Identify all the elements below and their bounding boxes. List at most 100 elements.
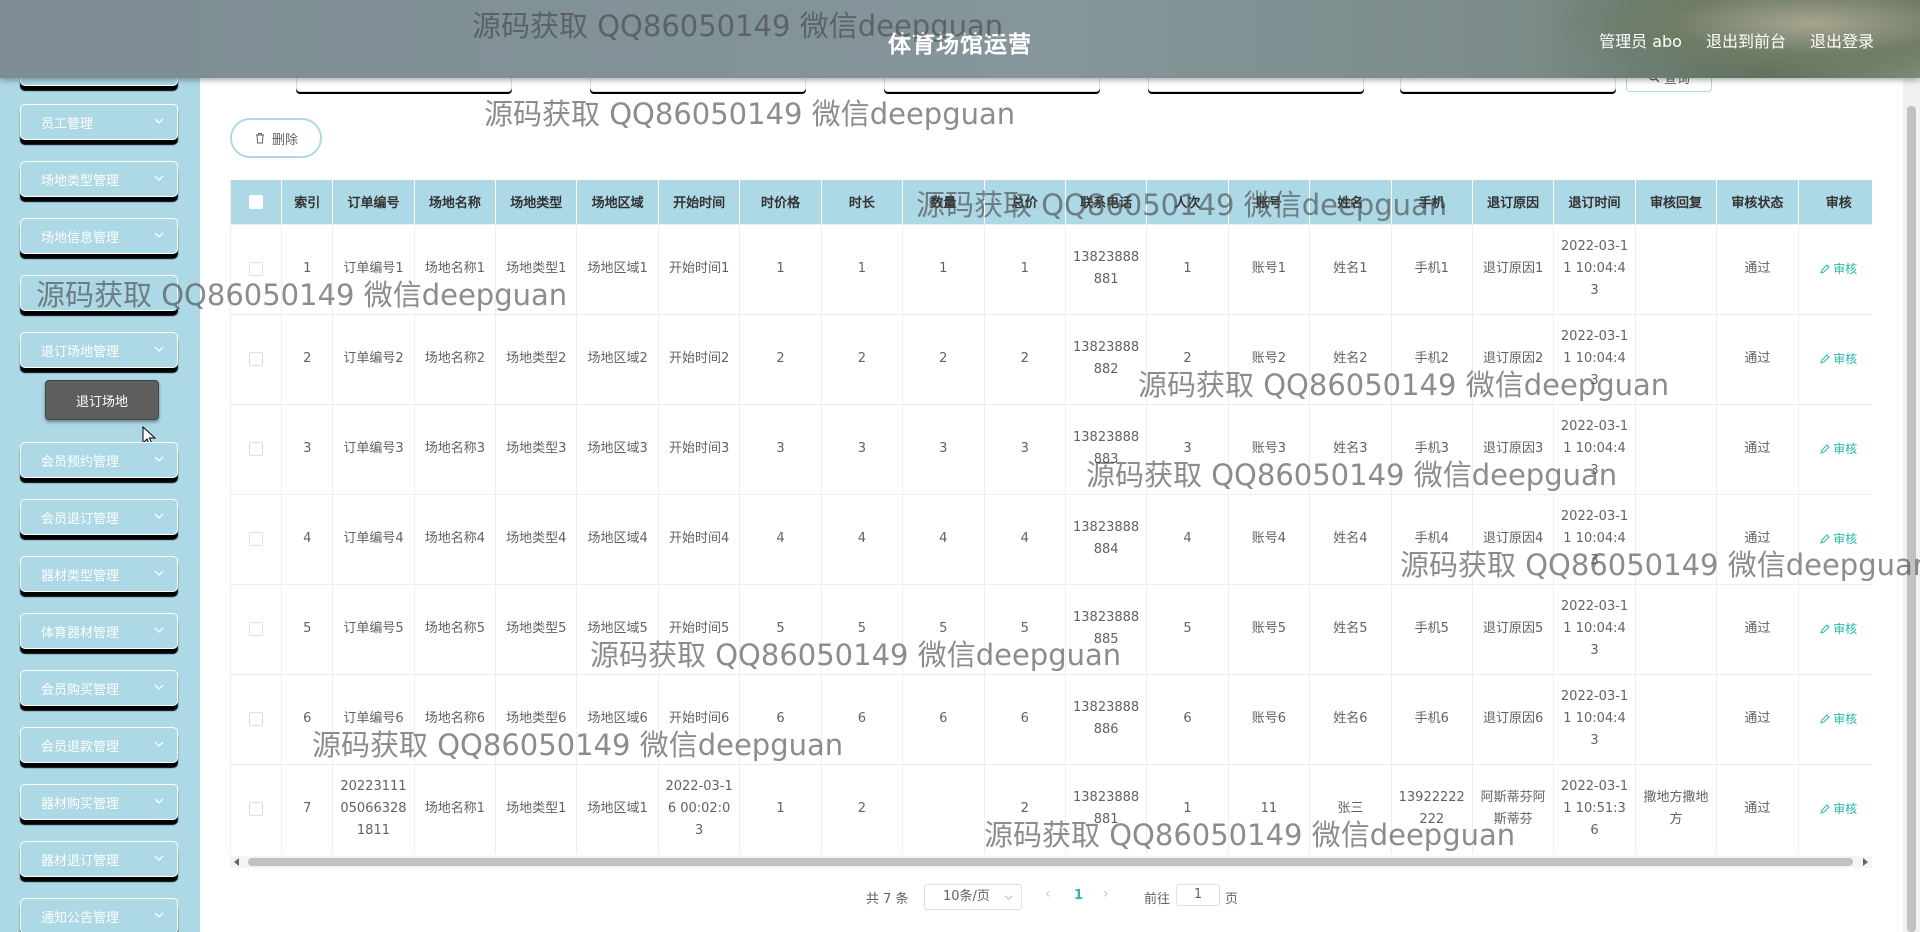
chevron-down-icon <box>153 567 165 579</box>
row-select-cell[interactable] <box>231 764 283 854</box>
scrollbar-thumb[interactable] <box>1907 106 1916 932</box>
vertical-scrollbar[interactable] <box>1903 0 1920 932</box>
sidebar-item-member-purchase[interactable]: 会员购买管理 <box>20 670 178 706</box>
logout-link[interactable]: 退出登录 <box>1810 28 1874 52</box>
table-cell: 撒地方撒地方 <box>1635 764 1718 854</box>
table-cell: 订单编号6 <box>332 674 415 765</box>
table-cell <box>1635 584 1718 675</box>
audit-link[interactable]: 审核 <box>1820 622 1857 636</box>
table-cell: 账号2 <box>1228 314 1311 405</box>
submenu-item-refund-venue[interactable]: 退订场地 <box>45 380 159 420</box>
table-cell: 订单编号3 <box>332 404 415 495</box>
table-cell: 姓名6 <box>1309 674 1392 765</box>
column-header: 审核 <box>1798 180 1872 225</box>
pagination: 共 7 条 10条/页 ‹ 1 › 前往 1 页 <box>0 884 1920 910</box>
select-all-cell[interactable] <box>231 180 283 225</box>
table-cell: 3 <box>984 404 1066 495</box>
audit-link[interactable]: 审核 <box>1820 802 1857 816</box>
sidebar-item-sports-equipment[interactable]: 体育器材管理 <box>20 613 178 649</box>
table-cell: 13823888884 <box>1065 494 1148 585</box>
table-cell: 6 <box>739 674 822 765</box>
table-cell: 姓名5 <box>1309 584 1392 675</box>
row-checkbox[interactable] <box>249 531 264 546</box>
row-select-cell[interactable] <box>231 404 283 495</box>
sidebar-item-staff[interactable]: 员工管理 <box>20 104 178 140</box>
sidebar-item-equipment-refund[interactable]: 器材退订管理 <box>20 841 178 877</box>
table-cell: 3 <box>902 404 985 495</box>
audit-link[interactable]: 审核 <box>1820 352 1857 366</box>
scroll-right-arrow-icon[interactable] <box>1863 858 1868 866</box>
table-cell: 账号4 <box>1228 494 1311 585</box>
table-cell: 2 <box>821 314 904 405</box>
sidebar-item-venue-refund[interactable]: 退订场地管理 <box>20 332 178 368</box>
table-cell: 场地区域1 <box>576 224 659 315</box>
select-all-checkbox[interactable] <box>249 194 264 209</box>
row-select-cell[interactable] <box>231 314 283 405</box>
row-select-cell[interactable] <box>231 674 283 765</box>
delete-button[interactable]: 删除 <box>230 118 322 158</box>
table-cell: 13823888882 <box>1065 314 1148 405</box>
row-checkbox[interactable] <box>249 441 264 456</box>
next-page-button[interactable]: › <box>1103 886 1109 902</box>
row-checkbox[interactable] <box>249 711 264 726</box>
goto-page-input[interactable]: 1 <box>1176 884 1220 906</box>
sidebar-item-venue-info[interactable]: 场地信息管理 <box>20 218 178 254</box>
table-cell: 手机4 <box>1391 494 1473 585</box>
audit-link[interactable]: 审核 <box>1820 262 1857 276</box>
table-cell: 场地名称3 <box>414 404 497 495</box>
table-row[interactable]: 3 订单编号3 场地名称3 场地类型3 场地区域3 开始时间3 3 3 3 3 1382388888… <box>231 404 1872 495</box>
sidebar-item-member-booking[interactable]: 会员预约管理 <box>20 442 178 478</box>
column-header: 时长 <box>821 180 904 225</box>
table-cell: 账号1 <box>1228 224 1311 315</box>
sidebar-item-equipment-type[interactable]: 器材类型管理 <box>20 556 178 592</box>
table-cell: 通过 <box>1716 674 1799 765</box>
audit-link-label: 审核 <box>1833 801 1858 816</box>
audit-link[interactable]: 审核 <box>1820 712 1857 726</box>
column-header: 姓名 <box>1309 180 1392 225</box>
sidebar-item-equipment-purchase[interactable]: 器材购买管理 <box>20 784 178 820</box>
table-row[interactable]: 2 订单编号2 场地名称2 场地类型2 场地区域2 开始时间2 2 2 2 2 1382388888… <box>231 314 1872 405</box>
table-cell: 通过 <box>1716 224 1799 315</box>
chevron-down-icon <box>153 115 165 127</box>
row-checkbox[interactable] <box>249 621 264 636</box>
table-row[interactable]: 1 订单编号1 场地名称1 场地类型1 场地区域1 开始时间1 1 1 1 1 1382388888… <box>231 224 1872 315</box>
table-cell: 通过 <box>1716 494 1799 585</box>
sidebar-item-member-refund[interactable]: 会员退订管理 <box>20 499 178 535</box>
row-select-cell[interactable] <box>231 494 283 585</box>
row-checkbox[interactable] <box>249 261 264 276</box>
audit-link[interactable]: 审核 <box>1820 532 1857 546</box>
table-row[interactable]: 7 20223111050663281811 场地名称1 场地类型1 场地区域1 2022… <box>231 764 1872 854</box>
page-word-label: 页 <box>1225 892 1239 907</box>
table-row[interactable]: 4 订单编号4 场地名称4 场地类型4 场地区域4 开始时间4 4 4 4 4 1382388888… <box>231 494 1872 585</box>
audit-link[interactable]: 审核 <box>1820 442 1857 456</box>
exit-to-front-link[interactable]: 退出到前台 <box>1706 28 1786 52</box>
table-cell: 13823888886 <box>1065 674 1148 765</box>
page-number-current[interactable]: 1 <box>1074 888 1083 903</box>
row-checkbox[interactable] <box>249 351 264 366</box>
prev-page-button[interactable]: ‹ <box>1045 886 1051 902</box>
sidebar-item-member-return[interactable]: 会员退款管理 <box>20 727 178 763</box>
horizontal-scrollbar[interactable] <box>230 856 1872 868</box>
table-cell: 3 <box>739 404 822 495</box>
row-select-cell[interactable] <box>231 224 283 315</box>
chevron-down-icon <box>153 229 165 241</box>
sidebar: 员工管理 场地类型管理 场地信息管理 退订场地管理 退订场地 会员预约管理 会员… <box>0 0 200 932</box>
table-row[interactable]: 5 订单编号5 场地名称5 场地类型5 场地区域5 开始时间5 5 5 5 5 1382388888… <box>231 584 1872 675</box>
row-select-cell[interactable] <box>231 584 283 675</box>
table-cell: 场地名称2 <box>414 314 497 405</box>
sidebar-item-obscured[interactable] <box>20 275 178 311</box>
table-row[interactable]: 6 订单编号6 场地名称6 场地类型6 场地区域6 开始时间6 6 6 6 6 1382388888… <box>231 674 1872 765</box>
scroll-left-arrow-icon[interactable] <box>234 858 239 866</box>
sidebar-item-label: 器材类型管理 <box>41 568 120 584</box>
table-cell: 场地区域1 <box>576 764 659 854</box>
page-size-select[interactable]: 10条/页 <box>924 884 1022 910</box>
table-cell: 场地类型1 <box>495 764 578 854</box>
scrollbar-thumb[interactable] <box>248 858 1853 866</box>
table-cell: 5 <box>984 584 1066 675</box>
table-cell: 6 <box>984 674 1066 765</box>
audit-link-label: 审核 <box>1833 531 1858 546</box>
row-checkbox[interactable] <box>249 801 264 816</box>
column-header: 索引 <box>281 180 334 225</box>
admin-user-link[interactable]: 管理员 abo <box>1599 28 1682 52</box>
sidebar-item-venue-type[interactable]: 场地类型管理 <box>20 161 178 197</box>
